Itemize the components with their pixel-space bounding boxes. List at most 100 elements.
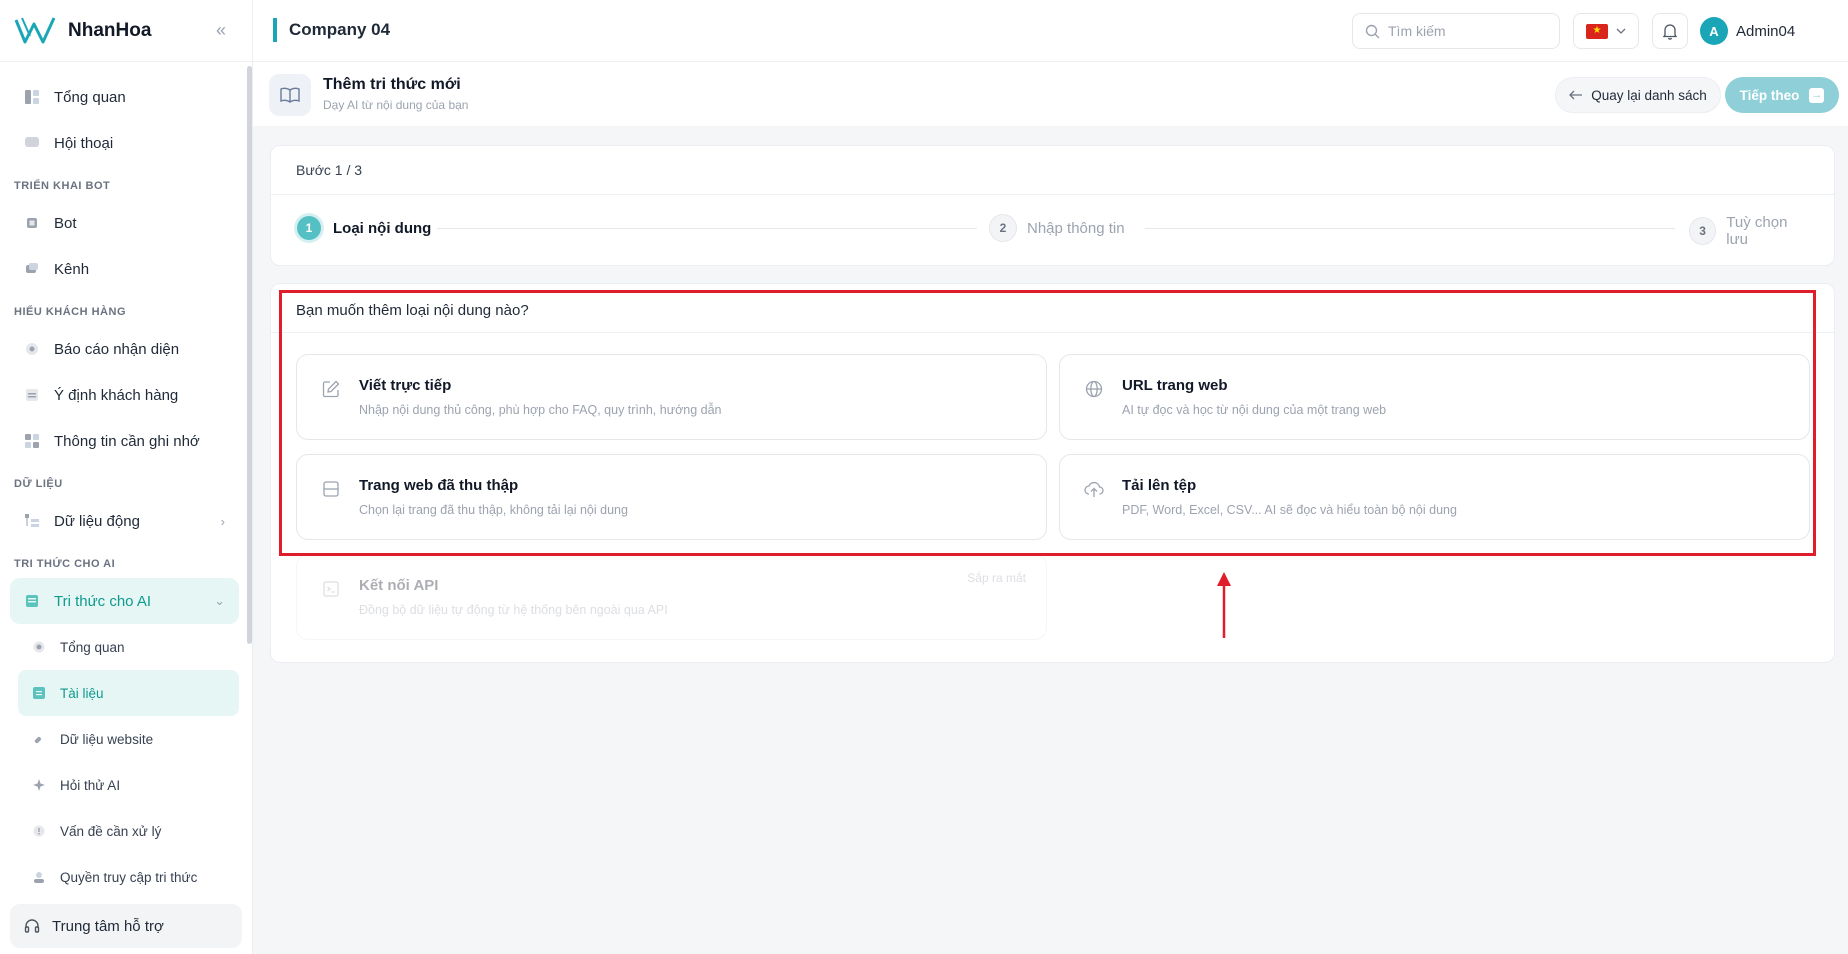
arrow-left-icon — [1569, 90, 1583, 100]
chip-icon — [24, 215, 40, 231]
terminal-icon — [321, 579, 341, 599]
link-icon — [32, 732, 46, 746]
option-title: Tải lên tệp — [1122, 477, 1197, 494]
search-input[interactable] — [1388, 23, 1548, 39]
option-description: AI tự đọc và học từ nội dung của một tra… — [1122, 403, 1387, 417]
support-label: Trung tâm hỗ trợ — [52, 917, 164, 935]
sidebar-item-label: Hội thoại — [54, 134, 114, 152]
language-selector[interactable]: ★ — [1573, 13, 1639, 49]
search-box[interactable] — [1352, 13, 1560, 49]
content-type-question: Bạn muốn thêm loại nội dung nào? — [296, 302, 529, 319]
user-menu[interactable]: A Admin04 — [1700, 12, 1795, 50]
step-1[interactable]: 1 Loại nội dung — [295, 214, 431, 242]
sidebar-item-label: Thông tin cần ghi nhớ — [54, 432, 200, 450]
edit-icon — [321, 379, 341, 399]
step-number: 2 — [989, 214, 1017, 242]
list-icon — [24, 387, 40, 403]
sidebar-item-tong-quan[interactable]: Tổng quan — [10, 74, 239, 120]
collapse-sidebar-icon[interactable]: « — [216, 20, 226, 41]
sidebar-subitem-label: Tổng quan — [60, 639, 125, 655]
brand-name: NhanHoa — [68, 19, 152, 41]
section-label: DỮ LIỆU — [14, 478, 63, 490]
browser-icon — [321, 479, 341, 499]
back-label: Quay lại danh sách — [1591, 87, 1707, 103]
stepper-card: Bước 1 / 3 1 Loại nội dung 2 Nhập thông … — [270, 145, 1835, 266]
step-connector — [437, 228, 977, 229]
option-description: Đồng bộ dữ liệu tự động từ hệ thống bên … — [359, 603, 668, 617]
option-upload-file[interactable]: Tải lên tệp PDF, Word, Excel, CSV... AI … — [1059, 454, 1810, 540]
divider — [271, 194, 1834, 195]
sidebar-subitem-tai-lieu[interactable]: Tài liệu — [18, 670, 239, 716]
sidebar-item-label: Bot — [54, 214, 77, 232]
chat-icon — [24, 135, 40, 151]
circle-dot-icon — [32, 640, 46, 654]
upload-cloud-icon — [1084, 479, 1104, 499]
top-header: Company 04 ★ A Admin04 — [253, 0, 1848, 62]
sidebar-nav: Tổng quan Hội thoại TRIỂN KHAI BOT Bot K… — [0, 62, 253, 892]
logo-icon — [14, 16, 56, 43]
sidebar-item-du-lieu-dong[interactable]: Dữ liệu động › — [10, 498, 239, 544]
sidebar-subitem-label: Dữ liệu website — [60, 731, 154, 747]
logo-row: NhanHoa « — [0, 0, 252, 62]
sidebar-scrollbar[interactable] — [247, 66, 252, 644]
next-label: Tiếp theo — [1739, 87, 1800, 103]
sidebar-subitem-label: Hỏi thử AI — [60, 777, 121, 793]
document-icon — [32, 686, 46, 700]
option-api-connect: Kết nối API Đồng bộ dữ liệu tự động từ h… — [296, 554, 1047, 640]
back-to-list-button[interactable]: Quay lại danh sách — [1555, 77, 1721, 113]
sidebar-item-hoi-thoai[interactable]: Hội thoại — [10, 120, 239, 166]
chevron-right-icon: › — [220, 513, 225, 529]
bell-icon — [1662, 23, 1678, 40]
step-2[interactable]: 2 Nhập thông tin — [989, 214, 1125, 242]
step-3[interactable]: 3 Tuỳ chọn lưu — [1689, 214, 1811, 248]
section-label: TRI THỨC CHO AI — [14, 558, 116, 570]
sidebar-subitem-du-lieu-website[interactable]: Dữ liệu website — [18, 716, 239, 762]
eye-icon — [24, 341, 40, 357]
option-title: Viết trực tiếp — [359, 377, 452, 394]
sidebar-subitem-quyen-truy-cap[interactable]: Quyền truy cập tri thức — [18, 854, 239, 892]
sidebar-subitem-hoi-thu-ai[interactable]: Hỏi thử AI — [18, 762, 239, 808]
option-description: Chọn lại trang đã thu thập, không tải lạ… — [359, 503, 628, 517]
step-label: Nhập thông tin — [1027, 219, 1125, 237]
sidebar-item-tri-thuc-cho-ai[interactable]: Tri thức cho AI ⌄ — [10, 578, 239, 624]
dashboard-icon — [24, 89, 40, 105]
sidebar-item-kenh[interactable]: Kênh — [10, 246, 239, 292]
sidebar-item-y-dinh-khach-hang[interactable]: Ý định khách hàng — [10, 372, 239, 418]
sidebar-item-bot[interactable]: Bot — [10, 200, 239, 246]
option-url[interactable]: URL trang web AI tự đọc và học từ nội du… — [1059, 354, 1810, 440]
notifications-button[interactable] — [1652, 13, 1688, 49]
sidebar-item-label: Kênh — [54, 260, 90, 278]
tree-icon — [24, 513, 40, 529]
search-icon — [1365, 24, 1380, 39]
sidebar-item-label: Báo cáo nhận diện — [54, 340, 180, 358]
step-counter: Bước 1 / 3 — [296, 162, 363, 178]
avatar: A — [1700, 17, 1728, 45]
sidebar-item-bao-cao-nhan-dien[interactable]: Báo cáo nhận diện — [10, 326, 239, 372]
option-crawled-web[interactable]: Trang web đã thu thập Chọn lại trang đã … — [296, 454, 1047, 540]
next-button[interactable]: Tiếp theo → — [1725, 77, 1839, 113]
divider — [271, 332, 1834, 333]
channel-icon — [24, 261, 40, 277]
sidebar-subitem-van-de-can-xu-ly[interactable]: Vấn đề cần xử lý — [18, 808, 239, 854]
page-title: Thêm tri thức mới — [323, 76, 461, 93]
open-book-icon — [269, 74, 311, 116]
step-number: 3 — [1689, 217, 1717, 245]
grid-icon — [24, 433, 40, 449]
sidebar-item-label: Tổng quan — [54, 88, 126, 106]
sidebar-item-label: Tri thức cho AI — [54, 592, 152, 610]
chevron-down-icon — [1616, 28, 1626, 34]
sidebar-item-label: Dữ liệu động — [54, 512, 140, 530]
option-title: URL trang web — [1122, 377, 1228, 394]
page-subtitle: Dạy AI từ nội dung của bạn — [323, 98, 469, 112]
section-label: TRIỂN KHAI BOT — [14, 180, 111, 192]
option-description: Nhập nội dung thủ công, phù hợp cho FAQ,… — [359, 403, 722, 417]
alert-icon — [32, 824, 46, 838]
user-name: Admin04 — [1736, 22, 1796, 40]
support-center-button[interactable]: Trung tâm hỗ trợ — [10, 904, 242, 948]
sidebar-item-thong-tin-can-ghi-nho[interactable]: Thông tin cần ghi nhớ — [10, 418, 239, 464]
option-title: Kết nối API — [359, 577, 439, 594]
chevron-down-icon: ⌄ — [214, 593, 225, 608]
option-description: PDF, Word, Excel, CSV... AI sẽ đọc và hi… — [1122, 503, 1457, 517]
option-write-direct[interactable]: Viết trực tiếp Nhập nội dung thủ công, p… — [296, 354, 1047, 440]
sidebar-subitem-tong-quan[interactable]: Tổng quan — [18, 624, 239, 670]
